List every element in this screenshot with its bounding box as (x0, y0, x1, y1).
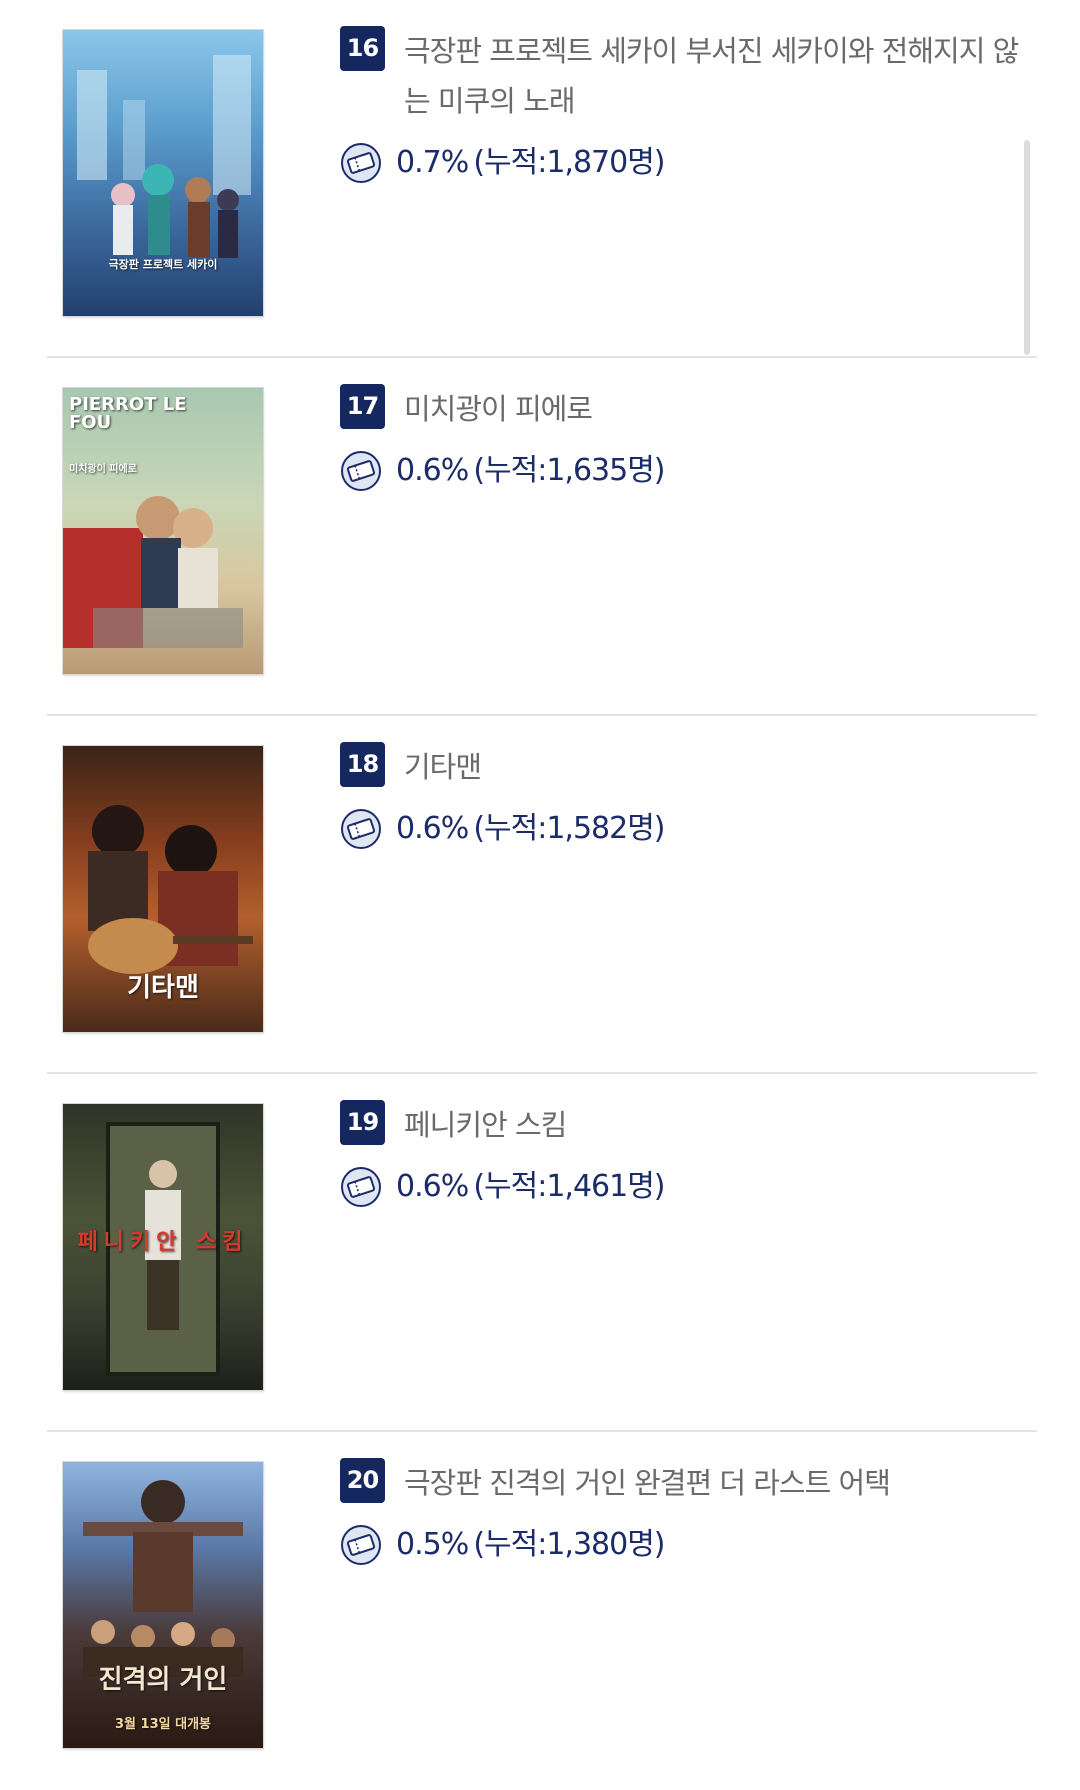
rank-badge: 18 (340, 742, 385, 787)
poster-subcaption: 3월 13일 대개봉 (115, 1717, 211, 1732)
poster-art (63, 1462, 263, 1748)
poster-illustration (77, 55, 251, 258)
box-office-list: 극장판 프로젝트 세카이 16 극장판 프로젝트 세카이 부서진 세카이와 전해… (47, 0, 1037, 1790)
rank-badge: 16 (340, 26, 385, 71)
ticket-icon (341, 809, 381, 849)
title-row: 17 미치광이 피에로 (340, 384, 1037, 434)
movie-info: 19 페니키안 스킴 0.6% (누적:1,461명) (340, 1100, 1037, 1210)
poster-subcaption: 미치광이 피에로 (69, 464, 137, 475)
stat-row: 0.6% (누적:1,461명) (340, 1164, 1037, 1210)
audience-share: 0.7% (396, 145, 469, 180)
list-item: 극장판 프로젝트 세카이 16 극장판 프로젝트 세카이 부서진 세카이와 전해… (47, 0, 1037, 358)
ticket-icon (341, 143, 381, 183)
rank-badge: 20 (340, 1458, 385, 1503)
poster-caption: 극장판 프로젝트 세카이 (108, 258, 218, 271)
cumulative-audience: (누적:1,635명) (473, 453, 665, 488)
movie-title[interactable]: 극장판 진격의 거인 완결편 더 라스트 어택 (404, 1458, 1037, 1508)
list-item: PIERROT LE FOU 미치광이 피에로 17 미치광이 피에로 0.6%… (47, 358, 1037, 716)
stat-row: 0.7% (누적:1,870명) (340, 140, 1037, 186)
cumulative-audience: (누적:1,870명) (473, 145, 665, 180)
audience-share: 0.6% (396, 1169, 469, 1204)
movie-title[interactable]: 미치광이 피에로 (404, 384, 1037, 434)
cumulative-audience: (누적:1,380명) (473, 1527, 665, 1562)
title-row: 18 기타맨 (340, 742, 1037, 792)
rank-badge: 19 (340, 1100, 385, 1145)
ticket-icon (341, 1525, 381, 1565)
stat-row: 0.5% (누적:1,380명) (340, 1522, 1037, 1568)
cumulative-audience: (누적:1,582명) (473, 811, 665, 846)
ticket-icon (341, 451, 381, 491)
audience-share: 0.5% (396, 1527, 469, 1562)
movie-poster[interactable]: 기타맨 (63, 746, 263, 1032)
poster-illustration (83, 1480, 243, 1677)
title-row: 16 극장판 프로젝트 세카이 부서진 세카이와 전해지지 않는 미쿠의 노래 (340, 26, 1037, 126)
poster-caption: 진격의 거인 (98, 1665, 228, 1695)
stat-row: 0.6% (누적:1,582명) (340, 806, 1037, 852)
list-item: 페니키안 스킴 19 페니키안 스킴 0.6% (누적:1,461명) (47, 1074, 1037, 1432)
movie-poster[interactable]: 극장판 프로젝트 세카이 (63, 30, 263, 316)
movie-info: 17 미치광이 피에로 0.6% (누적:1,635명) (340, 384, 1037, 494)
movie-info: 18 기타맨 0.6% (누적:1,582명) (340, 742, 1037, 852)
movie-title[interactable]: 기타맨 (404, 742, 1037, 792)
movie-poster[interactable]: PIERROT LE FOU 미치광이 피에로 (63, 388, 263, 674)
audience-share: 0.6% (396, 811, 469, 846)
movie-title[interactable]: 극장판 프로젝트 세카이 부서진 세카이와 전해지지 않는 미쿠의 노래 (404, 26, 1037, 126)
list-item: 기타맨 18 기타맨 0.6% (누적:1,582명) (47, 716, 1037, 1074)
movie-title[interactable]: 페니키안 스킴 (404, 1100, 1037, 1150)
poster-caption: 페니키안 스킴 (77, 1230, 249, 1255)
poster-caption: PIERROT LE FOU (69, 394, 187, 433)
title-row: 20 극장판 진격의 거인 완결편 더 라스트 어택 (340, 1458, 1037, 1508)
movie-poster[interactable]: 진격의 거인 3월 13일 대개봉 (63, 1462, 263, 1748)
movie-info: 16 극장판 프로젝트 세카이 부서진 세카이와 전해지지 않는 미쿠의 노래 … (340, 26, 1037, 186)
movie-poster[interactable]: 페니키안 스킴 (63, 1104, 263, 1390)
rank-badge: 17 (340, 384, 385, 429)
audience-share: 0.6% (396, 453, 469, 488)
title-row: 19 페니키안 스킴 (340, 1100, 1037, 1150)
poster-art (63, 30, 263, 316)
stat-row: 0.6% (누적:1,635명) (340, 448, 1037, 494)
poster-caption: 기타맨 (127, 973, 199, 1003)
ticket-icon (341, 1167, 381, 1207)
scrollbar[interactable] (1024, 140, 1030, 355)
cumulative-audience: (누적:1,461명) (473, 1169, 665, 1204)
list-item: 진격의 거인 3월 13일 대개봉 20 극장판 진격의 거인 완결편 더 라스… (47, 1432, 1037, 1790)
movie-info: 20 극장판 진격의 거인 완결편 더 라스트 어택 0.5% (누적:1,38… (340, 1458, 1037, 1568)
